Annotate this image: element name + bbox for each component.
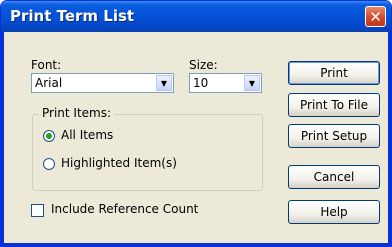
window-border-bottom [1, 243, 391, 246]
size-select-value: 10 [193, 76, 209, 90]
font-label: Font: [31, 58, 62, 72]
size-select[interactable]: 10 ▼ [189, 73, 262, 93]
include-reference-count-label[interactable]: Include Reference Count [51, 202, 198, 216]
radio-all-items[interactable] [43, 130, 55, 142]
print-button[interactable]: Print [288, 61, 380, 85]
print-term-list-dialog: Print Term List ✕ Font: Arial ▼ Size: 10… [0, 0, 392, 247]
window-border-left [1, 32, 4, 246]
print-items-group [32, 114, 263, 191]
window-border-right [388, 32, 391, 246]
title-bar[interactable]: Print Term List ✕ [1, 1, 391, 32]
print-items-title: Print Items: [39, 106, 115, 120]
font-select[interactable]: Arial ▼ [31, 73, 174, 93]
font-select-value: Arial [35, 76, 63, 90]
window-title: Print Term List [10, 7, 135, 25]
include-reference-count-checkbox[interactable] [31, 204, 44, 217]
chevron-down-icon[interactable]: ▼ [244, 75, 260, 91]
radio-highlighted-items-label[interactable]: Highlighted Item(s) [61, 156, 177, 170]
help-button[interactable]: Help [288, 200, 380, 224]
radio-highlighted-items[interactable] [43, 158, 55, 170]
print-setup-button[interactable]: Print Setup [288, 124, 380, 148]
size-label: Size: [189, 58, 218, 72]
radio-selected-dot [46, 133, 52, 139]
close-button[interactable]: ✕ [365, 6, 386, 27]
close-icon: ✕ [369, 8, 382, 26]
radio-all-items-label[interactable]: All Items [61, 128, 113, 142]
chevron-down-icon[interactable]: ▼ [156, 75, 172, 91]
print-to-file-button[interactable]: Print To File [288, 93, 380, 117]
cancel-button[interactable]: Cancel [288, 165, 380, 189]
